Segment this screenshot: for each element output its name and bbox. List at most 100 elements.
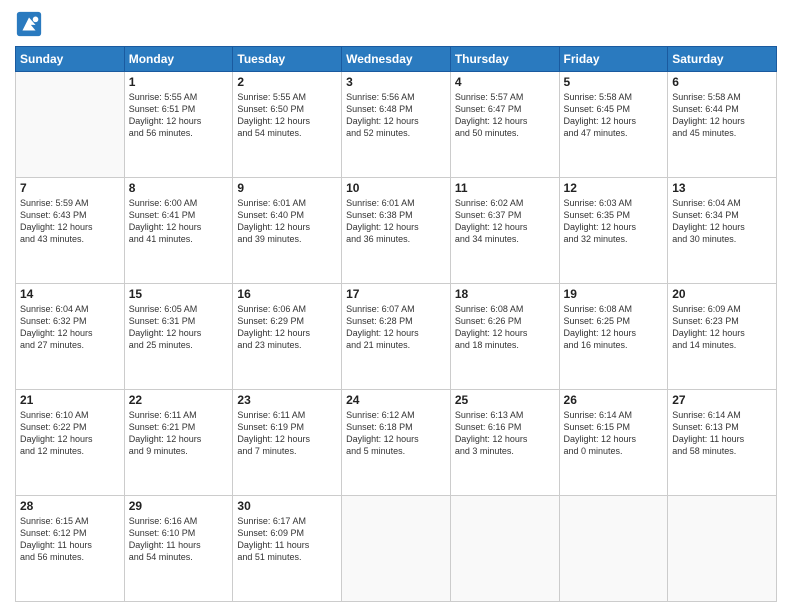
calendar-header-friday: Friday <box>559 47 668 72</box>
day-number: 26 <box>564 393 664 407</box>
logo <box>15 10 47 38</box>
calendar-cell: 20 Sunrise: 6:09 AM Sunset: 6:23 PM Dayli… <box>668 284 777 390</box>
day-number: 1 <box>129 75 229 89</box>
calendar-cell: 17 Sunrise: 6:07 AM Sunset: 6:28 PM Dayli… <box>342 284 451 390</box>
calendar-cell: 6 Sunrise: 5:58 AM Sunset: 6:44 PM Daylig… <box>668 72 777 178</box>
calendar-body: 1 Sunrise: 5:55 AM Sunset: 6:51 PM Daylig… <box>16 72 777 602</box>
calendar-cell: 25 Sunrise: 6:13 AM Sunset: 6:16 PM Dayli… <box>450 390 559 496</box>
calendar-cell: 26 Sunrise: 6:14 AM Sunset: 6:15 PM Dayli… <box>559 390 668 496</box>
calendar-header-sunday: Sunday <box>16 47 125 72</box>
day-number: 8 <box>129 181 229 195</box>
calendar-cell <box>668 496 777 602</box>
day-number: 6 <box>672 75 772 89</box>
calendar-week-row: 28 Sunrise: 6:15 AM Sunset: 6:12 PM Dayli… <box>16 496 777 602</box>
calendar-cell: 24Sunrise: 6:12 AM Sunset: 6:18 PM Dayli… <box>342 390 451 496</box>
day-number: 15 <box>129 287 229 301</box>
day-number: 20 <box>672 287 772 301</box>
calendar-cell: 19 Sunrise: 6:08 AM Sunset: 6:25 PM Dayli… <box>559 284 668 390</box>
calendar-cell: 3 Sunrise: 5:56 AM Sunset: 6:48 PM Daylig… <box>342 72 451 178</box>
calendar-header-row: SundayMondayTuesdayWednesdayThursdayFrid… <box>16 47 777 72</box>
calendar-cell: 18 Sunrise: 6:08 AM Sunset: 6:26 PM Dayli… <box>450 284 559 390</box>
day-number: 30 <box>237 499 337 513</box>
calendar-cell: 21 Sunrise: 6:10 AM Sunset: 6:22 PM Dayli… <box>16 390 125 496</box>
day-info: Sunrise: 6:11 AM Sunset: 6:21 PM Dayligh… <box>129 409 229 458</box>
day-info: Sunrise: 6:13 AM Sunset: 6:16 PM Dayligh… <box>455 409 555 458</box>
day-info: Sunrise: 6:17 AM Sunset: 6:09 PM Dayligh… <box>237 515 337 564</box>
day-info: Sunrise: 6:02 AM Sunset: 6:37 PM Dayligh… <box>455 197 555 246</box>
calendar-cell: 10 Sunrise: 6:01 AM Sunset: 6:38 PM Dayli… <box>342 178 451 284</box>
calendar-cell: 28 Sunrise: 6:15 AM Sunset: 6:12 PM Dayli… <box>16 496 125 602</box>
calendar-cell: 5 Sunrise: 5:58 AM Sunset: 6:45 PM Daylig… <box>559 72 668 178</box>
day-number: 17 <box>346 287 446 301</box>
calendar-cell: 11 Sunrise: 6:02 AM Sunset: 6:37 PM Dayli… <box>450 178 559 284</box>
calendar-cell <box>559 496 668 602</box>
day-info: Sunrise: 6:05 AM Sunset: 6:31 PM Dayligh… <box>129 303 229 352</box>
day-info: Sunrise: 6:06 AM Sunset: 6:29 PM Dayligh… <box>237 303 337 352</box>
day-info: Sunrise: 6:01 AM Sunset: 6:40 PM Dayligh… <box>237 197 337 246</box>
day-number: 9 <box>237 181 337 195</box>
day-number: 23 <box>237 393 337 407</box>
day-number: 28 <box>20 499 120 513</box>
day-info: Sunrise: 6:12 AM Sunset: 6:18 PM Dayligh… <box>346 409 446 458</box>
day-info: Sunrise: 6:10 AM Sunset: 6:22 PM Dayligh… <box>20 409 120 458</box>
day-info: Sunrise: 5:58 AM Sunset: 6:45 PM Dayligh… <box>564 91 664 140</box>
calendar-cell <box>450 496 559 602</box>
day-number: 13 <box>672 181 772 195</box>
day-info: Sunrise: 6:15 AM Sunset: 6:12 PM Dayligh… <box>20 515 120 564</box>
day-info: Sunrise: 5:59 AM Sunset: 6:43 PM Dayligh… <box>20 197 120 246</box>
calendar-cell: 14 Sunrise: 6:04 AM Sunset: 6:32 PM Dayli… <box>16 284 125 390</box>
day-info: Sunrise: 6:14 AM Sunset: 6:15 PM Dayligh… <box>564 409 664 458</box>
calendar-cell: 15 Sunrise: 6:05 AM Sunset: 6:31 PM Dayli… <box>124 284 233 390</box>
day-number: 22 <box>129 393 229 407</box>
calendar-cell <box>16 72 125 178</box>
calendar-cell: 23 Sunrise: 6:11 AM Sunset: 6:19 PM Dayli… <box>233 390 342 496</box>
day-number: 14 <box>20 287 120 301</box>
calendar-header-tuesday: Tuesday <box>233 47 342 72</box>
calendar-week-row: 1 Sunrise: 5:55 AM Sunset: 6:51 PM Daylig… <box>16 72 777 178</box>
day-info: Sunrise: 6:09 AM Sunset: 6:23 PM Dayligh… <box>672 303 772 352</box>
logo-icon <box>15 10 43 38</box>
day-number: 3 <box>346 75 446 89</box>
day-number: 25 <box>455 393 555 407</box>
day-number: 27 <box>672 393 772 407</box>
day-number: 4 <box>455 75 555 89</box>
calendar-cell <box>342 496 451 602</box>
day-info: Sunrise: 5:55 AM Sunset: 6:51 PM Dayligh… <box>129 91 229 140</box>
day-info: Sunrise: 6:08 AM Sunset: 6:26 PM Dayligh… <box>455 303 555 352</box>
calendar-header-wednesday: Wednesday <box>342 47 451 72</box>
day-number: 11 <box>455 181 555 195</box>
calendar-cell: 8 Sunrise: 6:00 AM Sunset: 6:41 PM Daylig… <box>124 178 233 284</box>
day-info: Sunrise: 6:07 AM Sunset: 6:28 PM Dayligh… <box>346 303 446 352</box>
day-number: 19 <box>564 287 664 301</box>
day-info: Sunrise: 6:11 AM Sunset: 6:19 PM Dayligh… <box>237 409 337 458</box>
day-info: Sunrise: 6:04 AM Sunset: 6:32 PM Dayligh… <box>20 303 120 352</box>
calendar-cell: 29Sunrise: 6:16 AM Sunset: 6:10 PM Dayli… <box>124 496 233 602</box>
day-info: Sunrise: 5:56 AM Sunset: 6:48 PM Dayligh… <box>346 91 446 140</box>
day-number: 21 <box>20 393 120 407</box>
day-info: Sunrise: 6:01 AM Sunset: 6:38 PM Dayligh… <box>346 197 446 246</box>
day-number: 12 <box>564 181 664 195</box>
day-number: 16 <box>237 287 337 301</box>
day-number: 29 <box>129 499 229 513</box>
calendar-cell: 4Sunrise: 5:57 AM Sunset: 6:47 PM Daylig… <box>450 72 559 178</box>
day-number: 18 <box>455 287 555 301</box>
calendar-cell: 7Sunrise: 5:59 AM Sunset: 6:43 PM Daylig… <box>16 178 125 284</box>
calendar-week-row: 14 Sunrise: 6:04 AM Sunset: 6:32 PM Dayli… <box>16 284 777 390</box>
calendar-week-row: 21 Sunrise: 6:10 AM Sunset: 6:22 PM Dayli… <box>16 390 777 496</box>
calendar-week-row: 7Sunrise: 5:59 AM Sunset: 6:43 PM Daylig… <box>16 178 777 284</box>
calendar-cell: 2Sunrise: 5:55 AM Sunset: 6:50 PM Daylig… <box>233 72 342 178</box>
calendar-cell: 30 Sunrise: 6:17 AM Sunset: 6:09 PM Dayli… <box>233 496 342 602</box>
day-info: Sunrise: 6:08 AM Sunset: 6:25 PM Dayligh… <box>564 303 664 352</box>
calendar-header-thursday: Thursday <box>450 47 559 72</box>
day-number: 5 <box>564 75 664 89</box>
day-info: Sunrise: 6:00 AM Sunset: 6:41 PM Dayligh… <box>129 197 229 246</box>
day-info: Sunrise: 6:04 AM Sunset: 6:34 PM Dayligh… <box>672 197 772 246</box>
day-info: Sunrise: 5:58 AM Sunset: 6:44 PM Dayligh… <box>672 91 772 140</box>
calendar-cell: 12Sunrise: 6:03 AM Sunset: 6:35 PM Dayli… <box>559 178 668 284</box>
day-number: 10 <box>346 181 446 195</box>
calendar-table: SundayMondayTuesdayWednesdayThursdayFrid… <box>15 46 777 602</box>
calendar-header-monday: Monday <box>124 47 233 72</box>
calendar-cell: 1 Sunrise: 5:55 AM Sunset: 6:51 PM Daylig… <box>124 72 233 178</box>
calendar-cell: 9 Sunrise: 6:01 AM Sunset: 6:40 PM Daylig… <box>233 178 342 284</box>
calendar-cell: 22 Sunrise: 6:11 AM Sunset: 6:21 PM Dayli… <box>124 390 233 496</box>
